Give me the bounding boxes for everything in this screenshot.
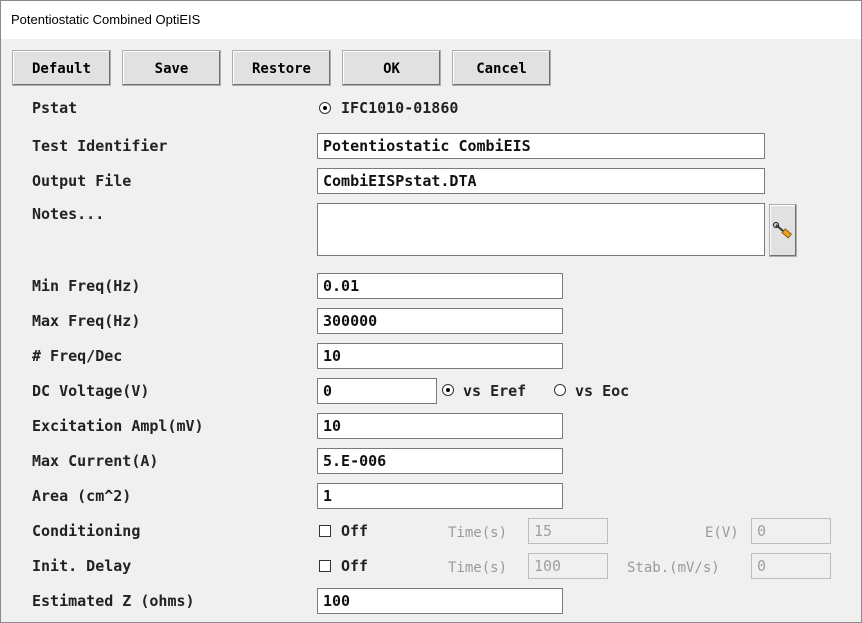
conditioning-time-label: Time(s): [448, 525, 508, 541]
output-file-label: Output File: [32, 172, 132, 190]
conditioning-e-input[interactable]: 0: [751, 518, 831, 544]
area-label: Area (cm^2): [32, 487, 132, 505]
edit-pen-icon: [772, 221, 792, 239]
freq-dec-input[interactable]: 10: [317, 343, 563, 369]
title-bar: Potentiostatic Combined OptiEIS: [1, 1, 861, 39]
init-delay-stab-input[interactable]: 0: [751, 553, 831, 579]
excitation-input[interactable]: 10: [317, 413, 563, 439]
min-freq-input[interactable]: 0.01: [317, 273, 563, 299]
init-delay-checkbox[interactable]: [319, 560, 331, 572]
pstat-radio[interactable]: [319, 102, 331, 114]
notes-textarea[interactable]: [317, 203, 765, 256]
estimated-z-label: Estimated Z (ohms): [32, 592, 195, 610]
pstat-label: Pstat: [32, 99, 78, 117]
pstat-option-label: IFC1010-01860: [341, 99, 459, 117]
freq-dec-label: # Freq/Dec: [32, 347, 123, 365]
conditioning-checkbox-label: Off: [341, 522, 369, 540]
test-identifier-label: Test Identifier: [32, 137, 168, 155]
conditioning-checkbox[interactable]: [319, 525, 331, 537]
max-current-label: Max Current(A): [32, 452, 159, 470]
estimated-z-input[interactable]: 100: [317, 588, 563, 614]
init-delay-stab-label: Stab.(mV/s): [627, 560, 720, 576]
window-title: Potentiostatic Combined OptiEIS: [11, 12, 201, 27]
excitation-label: Excitation Ampl(mV): [32, 417, 204, 435]
max-freq-input[interactable]: 300000: [317, 308, 563, 334]
conditioning-label: Conditioning: [32, 522, 141, 540]
area-input[interactable]: 1: [317, 483, 563, 509]
init-delay-label: Init. Delay: [32, 557, 132, 575]
vs-eoc-label: vs Eoc: [575, 382, 630, 400]
output-file-input[interactable]: CombiEISPstat.DTA: [317, 168, 765, 194]
notes-edit-button[interactable]: [769, 204, 797, 257]
max-current-input[interactable]: 5.E-006: [317, 448, 563, 474]
dc-voltage-input[interactable]: 0: [317, 378, 437, 404]
vs-eref-label: vs Eref: [463, 382, 527, 400]
conditioning-time-input[interactable]: 15: [528, 518, 608, 544]
max-freq-label: Max Freq(Hz): [32, 312, 141, 330]
restore-button[interactable]: Restore: [232, 50, 331, 86]
cancel-button[interactable]: Cancel: [452, 50, 551, 86]
notes-label: Notes...: [32, 205, 105, 223]
init-delay-time-input[interactable]: 100: [528, 553, 608, 579]
dialog-window: Potentiostatic Combined OptiEIS Default …: [0, 0, 862, 623]
min-freq-label: Min Freq(Hz): [32, 277, 141, 295]
dc-voltage-label: DC Voltage(V): [32, 382, 150, 400]
vs-eref-radio[interactable]: [442, 384, 454, 396]
default-button[interactable]: Default: [12, 50, 111, 86]
vs-eoc-radio[interactable]: [554, 384, 566, 396]
ok-button[interactable]: OK: [342, 50, 441, 86]
init-delay-time-label: Time(s): [448, 560, 508, 576]
test-identifier-input[interactable]: Potentiostatic CombiEIS: [317, 133, 765, 159]
save-button[interactable]: Save: [122, 50, 221, 86]
init-delay-checkbox-label: Off: [341, 557, 369, 575]
conditioning-e-label: E(V): [705, 525, 739, 541]
